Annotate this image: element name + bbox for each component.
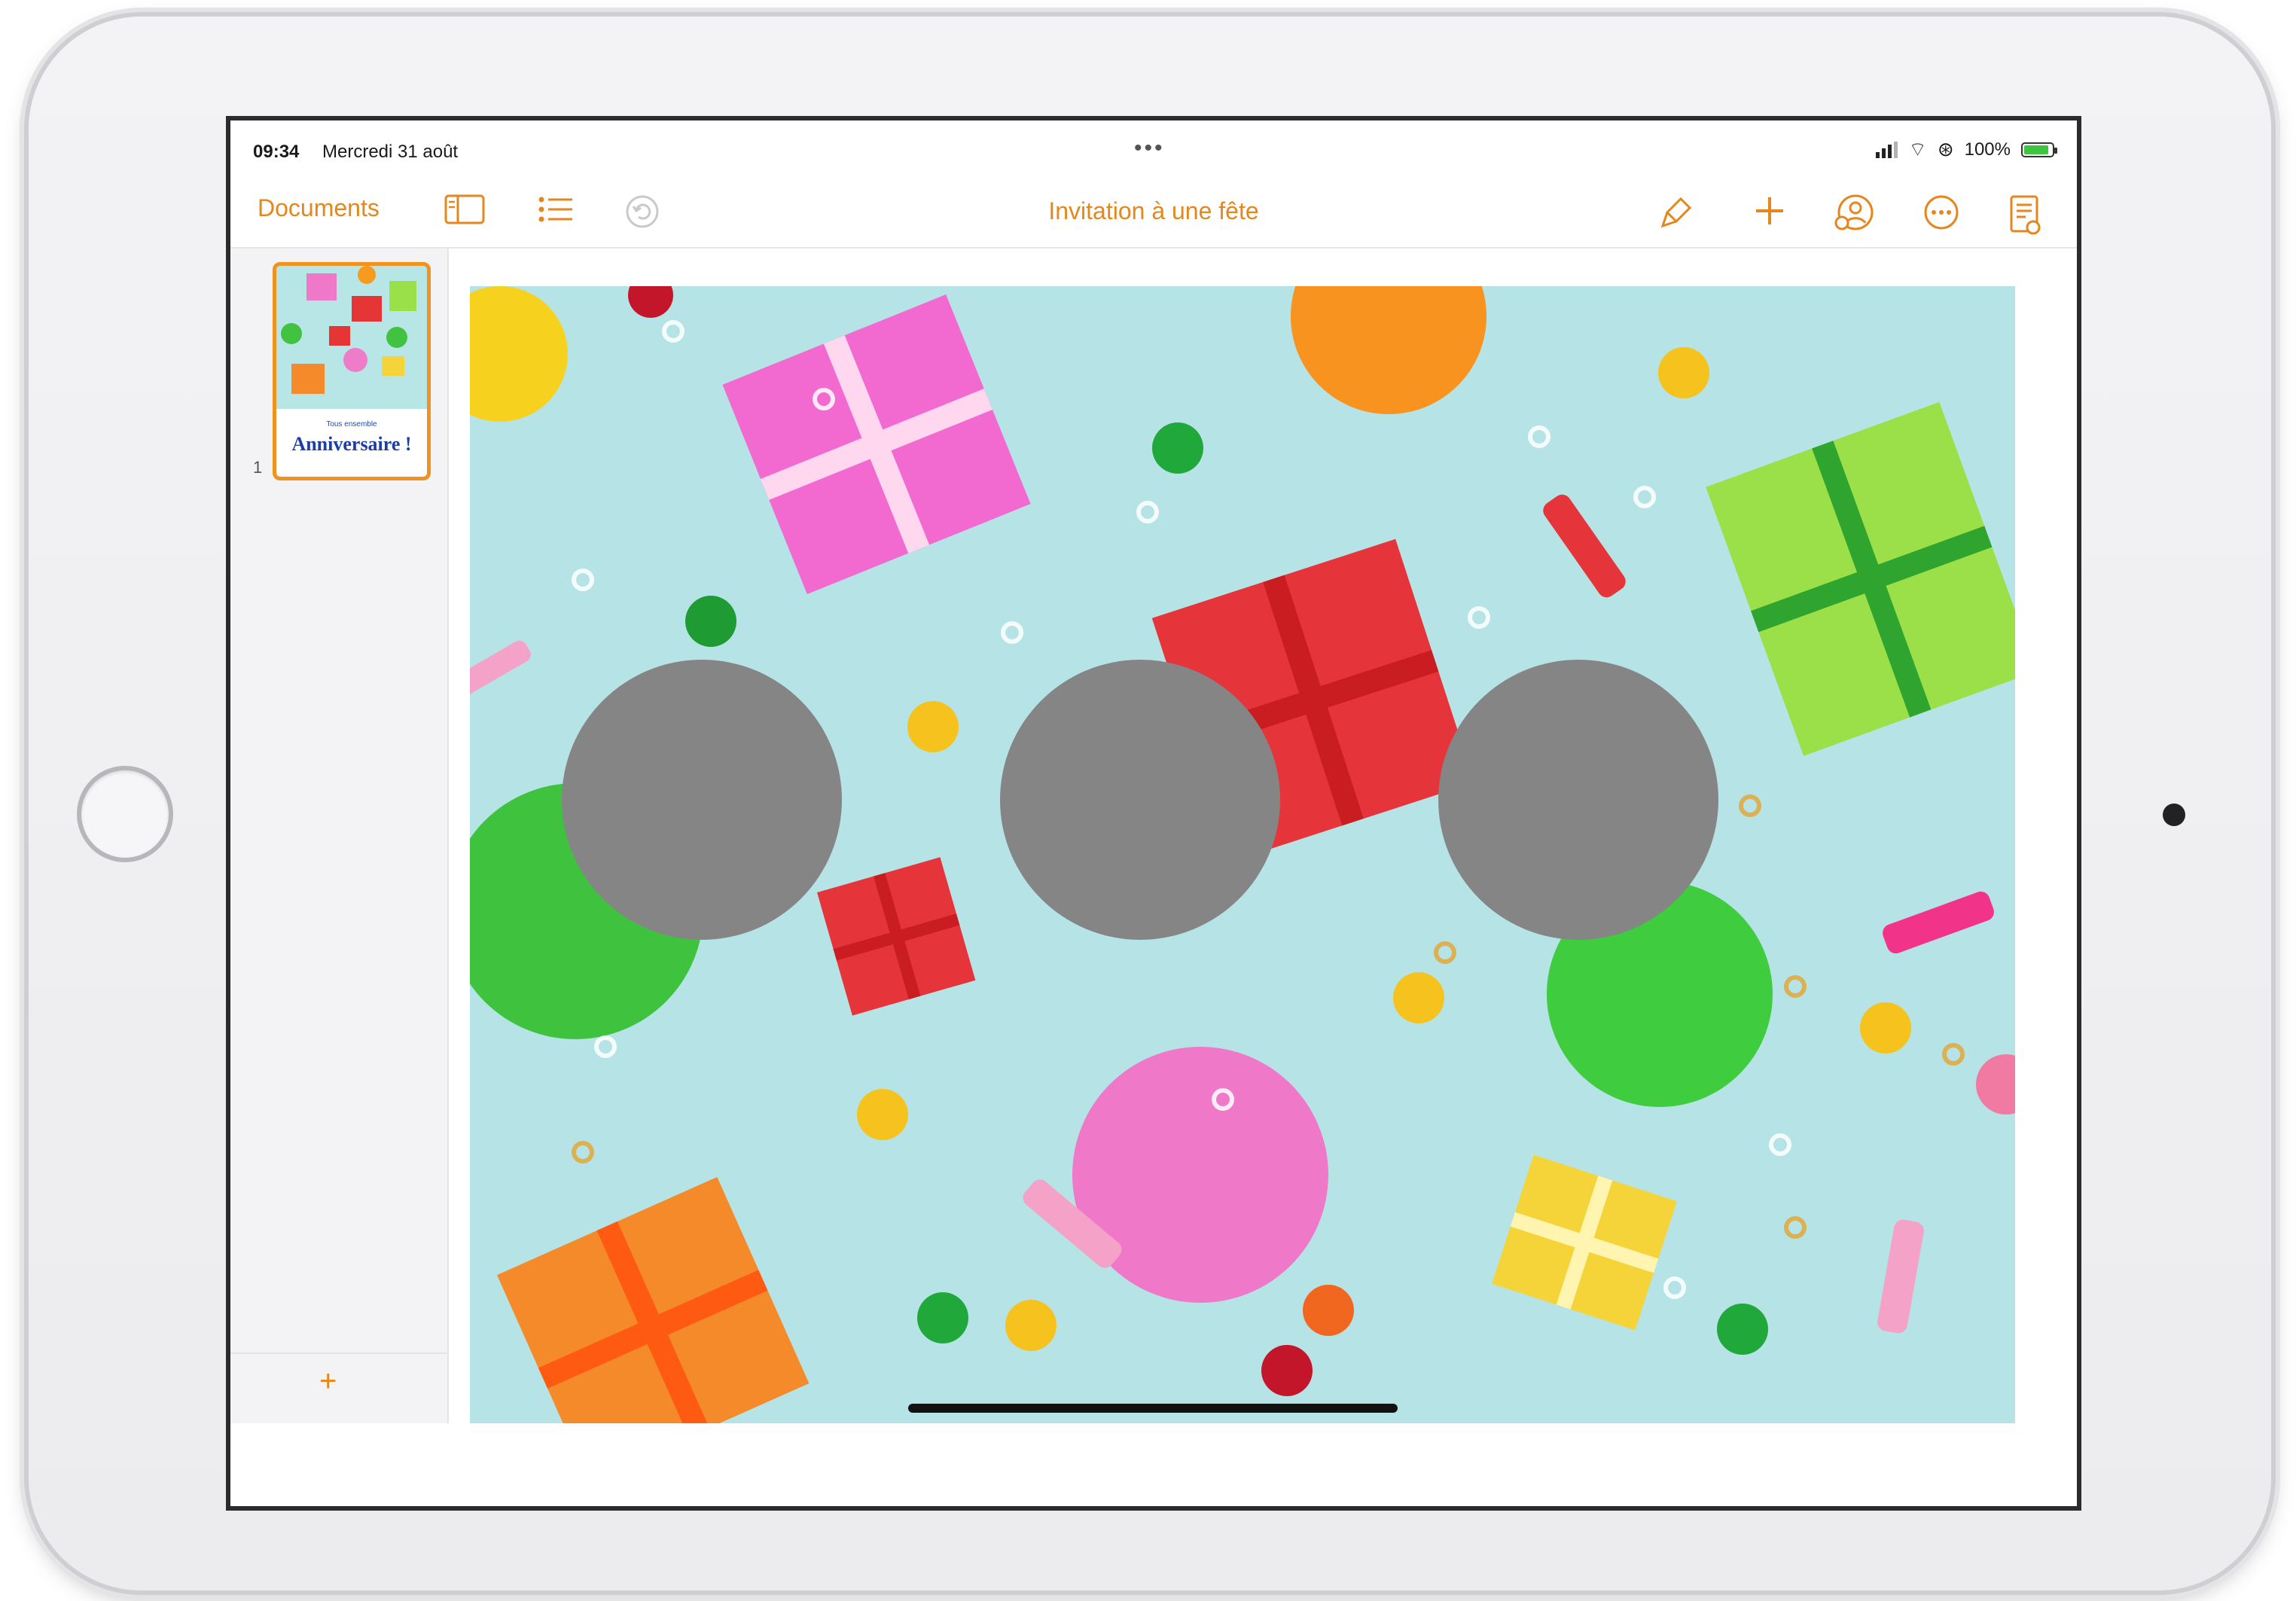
page-number: 1 xyxy=(253,458,263,477)
battery-icon xyxy=(2021,142,2057,157)
status-bar: 09:34 Mercredi 31 août ••• ⌔ ⊛ 100% xyxy=(230,120,2077,181)
status-indicators: ⌔ ⊛ 100% xyxy=(1876,137,2057,162)
battery-percentage: 100% xyxy=(1964,139,2011,160)
document-canvas xyxy=(449,249,2077,1423)
collaborate-icon[interactable] xyxy=(1834,194,1875,232)
status-date: Mercredi 31 août xyxy=(322,142,459,162)
signal-icon xyxy=(1876,141,1898,158)
list-icon[interactable] xyxy=(538,194,574,224)
undo-icon[interactable] xyxy=(625,194,660,229)
overlay-circle-center xyxy=(1000,660,1280,940)
orientation-lock-icon: ⊛ xyxy=(1937,138,1954,160)
screen-bottom-area xyxy=(230,1423,2077,1506)
sidebar-icon[interactable] xyxy=(444,194,485,224)
overlay-circle-left xyxy=(562,660,842,940)
multitask-menu[interactable]: ••• xyxy=(1134,136,1165,161)
overlay-circle-right xyxy=(1438,660,1718,940)
sidebar-footer: + xyxy=(230,1352,447,1423)
home-button[interactable] xyxy=(77,766,173,862)
ipad-screen: 09:34 Mercredi 31 août ••• ⌔ ⊛ 100% Docu… xyxy=(226,116,2081,1511)
documents-button[interactable]: Documents xyxy=(258,194,380,222)
page-thumbnail[interactable]: Tous ensemble Anniversaire ! xyxy=(273,262,431,480)
plus-icon[interactable] xyxy=(1753,194,1786,227)
wifi-icon: ⌔ xyxy=(1908,138,1927,160)
format-brush-icon[interactable] xyxy=(1658,194,1694,230)
home-indicator[interactable] xyxy=(908,1404,1398,1413)
party-background-image[interactable] xyxy=(470,286,2015,1423)
thumbnail-image xyxy=(276,266,427,409)
document-setup-icon[interactable] xyxy=(2009,194,2041,235)
status-time: 09:34 xyxy=(253,142,300,162)
add-page-button[interactable]: + xyxy=(319,1365,337,1398)
document-title: Invitation à une fête xyxy=(1048,197,1259,224)
page-thumbnails-sidebar: Tous ensemble Anniversaire ! 1 + xyxy=(230,249,449,1423)
toolbar: Documents Invitation à une fête xyxy=(230,181,2077,249)
thumbnail-title: Anniversaire ! xyxy=(291,433,412,455)
thumbnail-subtitle: Tous ensemble xyxy=(326,420,377,428)
more-icon[interactable] xyxy=(1923,194,1959,230)
front-camera xyxy=(2163,804,2185,826)
